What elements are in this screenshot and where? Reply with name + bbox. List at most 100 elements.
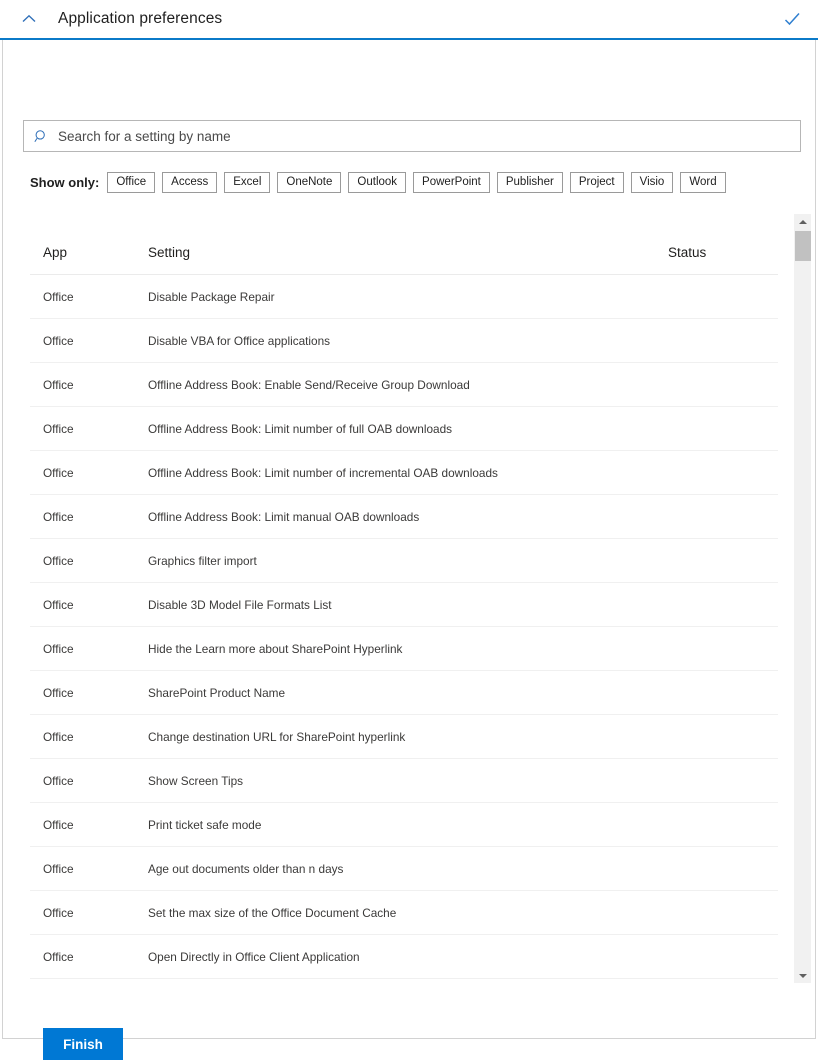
table-row[interactable]: OfficeAllow co-authors to chat within a … bbox=[30, 978, 778, 985]
settings-table-body: Office Disable Package Repair Office Disabl… bbox=[30, 274, 778, 985]
cell-setting: Set the max size of the Office Document … bbox=[148, 890, 668, 935]
finish-button[interactable]: Finish bbox=[43, 1028, 123, 1060]
cell-status bbox=[668, 538, 778, 583]
cell-app: Office bbox=[30, 934, 148, 979]
table-row[interactable]: Office SharePoint Product Name bbox=[30, 670, 778, 715]
cell-setting: Offline Address Book: Enable Send/Receiv… bbox=[148, 362, 668, 407]
cell-setting: Graphics filter import bbox=[148, 538, 668, 583]
table-row[interactable]: Office Disable VBA for Office application… bbox=[30, 318, 778, 363]
cell-status bbox=[668, 274, 778, 319]
cell-setting: Disable 3D Model File Formats List bbox=[148, 582, 668, 627]
table-row[interactable]: Office Offline Address Book: Limit number… bbox=[30, 450, 778, 495]
table-row[interactable]: Office Age out documents older than n day… bbox=[30, 846, 778, 891]
settings-table-scroll: App Setting Status Office Disable Package… bbox=[30, 210, 778, 985]
cell-app: Office bbox=[30, 318, 148, 363]
cell-app: Office bbox=[30, 714, 148, 759]
table-row[interactable]: Office Offline Address Book: Limit number… bbox=[30, 406, 778, 451]
cell-app: Office bbox=[30, 846, 148, 891]
table-row[interactable]: Office Disable 3D Model File Formats List bbox=[30, 582, 778, 627]
scroll-down-glyph bbox=[799, 973, 807, 978]
column-header-status: Status bbox=[668, 210, 778, 275]
filter-chip-access[interactable]: Access bbox=[162, 172, 218, 193]
scrollbar-thumb[interactable] bbox=[795, 231, 811, 261]
cell-status bbox=[668, 582, 778, 627]
filter-chip-publisher[interactable]: Publisher bbox=[496, 172, 563, 193]
scroll-down-arrow-icon[interactable] bbox=[795, 968, 811, 983]
column-header-app: App bbox=[30, 210, 148, 275]
cell-status bbox=[668, 318, 778, 363]
table-row[interactable]: Office Hide the Learn more about SharePoi… bbox=[30, 626, 778, 671]
cell-app: Office bbox=[30, 758, 148, 803]
cell-app: Office bbox=[30, 362, 148, 407]
filter-chip-word[interactable]: Word bbox=[680, 172, 726, 193]
page-title: Application preferences bbox=[58, 10, 223, 27]
cell-app: Office bbox=[30, 450, 148, 495]
search-box[interactable] bbox=[23, 120, 801, 152]
cell-status bbox=[668, 758, 778, 803]
cell-setting: Print ticket safe mode bbox=[148, 802, 668, 847]
filter-chip-visio[interactable]: Visio bbox=[630, 172, 674, 193]
cell-setting: Disable Package Repair bbox=[148, 274, 668, 319]
application-preferences-page: Application preferences Show only: Offic… bbox=[0, 0, 818, 1060]
cell-setting: Offline Address Book: Limit manual OAB d… bbox=[148, 494, 668, 539]
table-row[interactable]: Office Show Screen Tips bbox=[30, 758, 778, 803]
search-icon bbox=[33, 128, 49, 144]
settings-table-area: App Setting Status Office Disable Package… bbox=[30, 210, 811, 985]
cell-status bbox=[668, 626, 778, 671]
table-row[interactable]: Office Set the max size of the Office Doc… bbox=[30, 890, 778, 935]
cell-status bbox=[668, 978, 778, 985]
footer-actions: Finish bbox=[43, 1028, 123, 1060]
filter-chip-powerpoint[interactable]: PowerPoint bbox=[413, 172, 490, 193]
show-only-label: Show only: bbox=[30, 175, 100, 190]
cell-app: Office bbox=[30, 626, 148, 671]
column-header-setting: Setting bbox=[148, 210, 668, 275]
table-row[interactable]: Office Change destination URL for SharePo… bbox=[30, 714, 778, 759]
cell-status bbox=[668, 890, 778, 935]
cell-setting: Hide the Learn more about SharePoint Hyp… bbox=[148, 626, 668, 671]
cell-setting: Age out documents older than n days bbox=[148, 846, 668, 891]
table-scrollbar[interactable] bbox=[794, 214, 811, 983]
cell-status bbox=[668, 670, 778, 715]
settings-table-head: App Setting Status bbox=[30, 210, 778, 275]
cell-app: Office bbox=[30, 802, 148, 847]
filter-chip-onenote[interactable]: OneNote bbox=[277, 172, 342, 193]
cell-setting: Change destination URL for SharePoint hy… bbox=[148, 714, 668, 759]
search-input[interactable] bbox=[58, 126, 791, 146]
table-row[interactable]: Office Graphics filter import bbox=[30, 538, 778, 583]
table-row[interactable]: Office Open Directly in Office Client App… bbox=[30, 934, 778, 979]
cell-status bbox=[668, 934, 778, 979]
filter-chip-project[interactable]: Project bbox=[569, 172, 624, 193]
filter-chip-excel[interactable]: Excel bbox=[224, 172, 271, 193]
cell-app: Office bbox=[30, 406, 148, 451]
cell-status bbox=[668, 846, 778, 891]
cell-setting: Disable VBA for Office applications bbox=[148, 318, 668, 363]
cell-setting: Show Screen Tips bbox=[148, 758, 668, 803]
table-header-row: App Setting Status bbox=[30, 210, 778, 275]
table-row[interactable]: Office Disable Package Repair bbox=[30, 274, 778, 319]
cell-app: Office bbox=[30, 890, 148, 935]
page-header: Application preferences bbox=[0, 0, 818, 40]
cell-app: Office bbox=[30, 978, 148, 985]
cell-status bbox=[668, 406, 778, 451]
show-only-filters: Show only: Office Access Excel OneNote O… bbox=[30, 172, 726, 193]
filter-chip-office[interactable]: Office bbox=[107, 172, 156, 193]
cell-setting: SharePoint Product Name bbox=[148, 670, 668, 715]
filter-chip-outlook[interactable]: Outlook bbox=[348, 172, 407, 193]
cell-app: Office bbox=[30, 538, 148, 583]
chevron-up-icon[interactable] bbox=[16, 6, 42, 32]
cell-status bbox=[668, 362, 778, 407]
cell-status bbox=[668, 494, 778, 539]
cell-status bbox=[668, 714, 778, 759]
cell-setting: Allow co-authors to chat within a docume… bbox=[148, 978, 668, 985]
cell-status bbox=[668, 802, 778, 847]
scroll-up-glyph bbox=[799, 219, 807, 224]
scroll-up-arrow-icon[interactable] bbox=[795, 214, 811, 229]
cell-app: Office bbox=[30, 582, 148, 627]
cell-setting: Offline Address Book: Limit number of in… bbox=[148, 450, 668, 495]
table-row[interactable]: Office Offline Address Book: Enable Send/… bbox=[30, 362, 778, 407]
cell-setting: Offline Address Book: Limit number of fu… bbox=[148, 406, 668, 451]
table-row[interactable]: Office Offline Address Book: Limit manual… bbox=[30, 494, 778, 539]
checkmark-icon bbox=[780, 7, 804, 31]
table-row[interactable]: Office Print ticket safe mode bbox=[30, 802, 778, 847]
settings-table: App Setting Status Office Disable Package… bbox=[30, 210, 778, 985]
